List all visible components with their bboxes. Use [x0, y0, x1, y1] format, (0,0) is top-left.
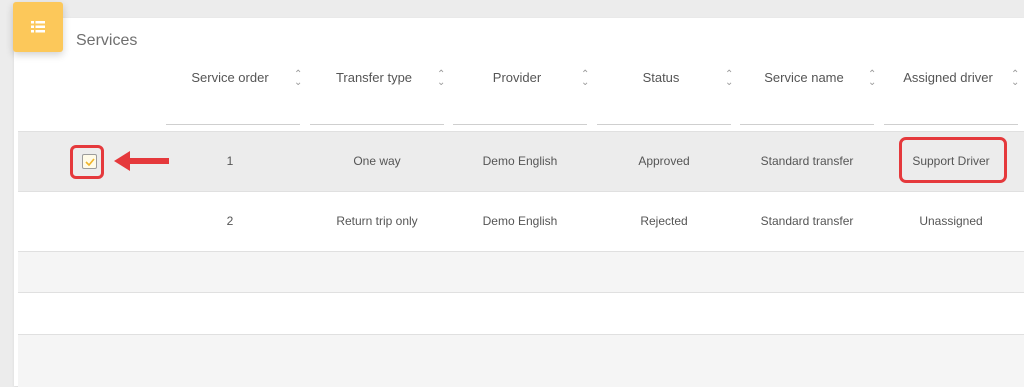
- cell-service-name: Standard transfer: [760, 154, 854, 168]
- sort-updown-icon[interactable]: ⌃ ⌄: [437, 70, 445, 88]
- column-header-provider[interactable]: Provider: [467, 70, 567, 90]
- sort-updown-icon[interactable]: ⌃ ⌄: [294, 70, 302, 88]
- panel-header-icon: [13, 2, 63, 52]
- cell-assigned-driver: Unassigned: [919, 214, 983, 228]
- filter-input-provider[interactable]: [453, 124, 587, 125]
- cell-provider: Demo English: [482, 214, 558, 228]
- cell-provider: Demo English: [482, 154, 558, 168]
- list-icon: [31, 21, 45, 33]
- cell-transfer-type: Return trip only: [336, 214, 418, 228]
- empty-row: [18, 292, 1024, 335]
- sort-updown-icon[interactable]: ⌃ ⌄: [725, 70, 733, 88]
- empty-row: [18, 251, 1024, 293]
- checkbox-highlight-box: [70, 145, 104, 179]
- filter-input-transfer-type[interactable]: [310, 124, 444, 125]
- arrow-left-icon: [114, 151, 169, 171]
- sort-updown-icon[interactable]: ⌃ ⌄: [868, 70, 876, 88]
- table-row[interactable]: 2 Return trip only Demo English Rejected…: [18, 191, 1024, 251]
- sort-updown-icon[interactable]: ⌃ ⌄: [1011, 70, 1019, 88]
- assigned-driver-highlight-box: [899, 137, 1007, 183]
- table-header: Service order ⌃ ⌄ Transfer type ⌃ ⌄ Provid…: [0, 0, 1024, 130]
- cell-service-order: 2: [226, 214, 234, 228]
- filter-input-service-name[interactable]: [740, 124, 874, 125]
- empty-row: [18, 334, 1024, 387]
- cell-transfer-type: One way: [353, 154, 401, 168]
- cell-service-order: 1: [226, 154, 234, 168]
- filter-input-status[interactable]: [597, 124, 731, 125]
- filter-input-assigned-driver[interactable]: [884, 124, 1018, 125]
- column-header-service-name[interactable]: Service name: [754, 70, 854, 90]
- filter-input-service-order[interactable]: [166, 124, 300, 125]
- cell-status: Approved: [638, 154, 690, 168]
- sort-updown-icon[interactable]: ⌃ ⌄: [581, 70, 589, 88]
- column-header-assigned-driver[interactable]: Assigned driver: [898, 70, 998, 90]
- cell-status: Rejected: [640, 214, 688, 228]
- column-header-service-order[interactable]: Service order: [180, 70, 280, 90]
- cell-service-name: Standard transfer: [760, 214, 854, 228]
- column-header-transfer-type[interactable]: Transfer type: [324, 70, 424, 90]
- column-header-status[interactable]: Status: [611, 70, 711, 90]
